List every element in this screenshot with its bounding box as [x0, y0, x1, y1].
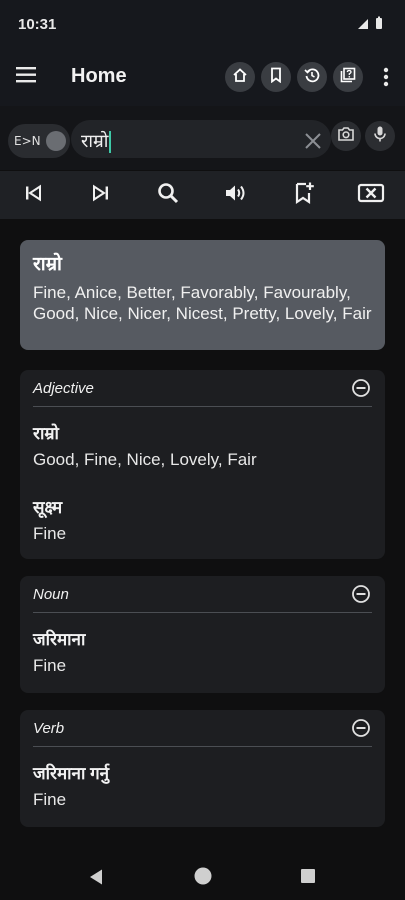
- system-icons: [357, 16, 383, 35]
- signal-icon: [357, 17, 369, 35]
- pos-card-adjective: Adjective राम्रो Good, Fine, Nice, Lovel…: [20, 370, 385, 559]
- toggle-label: E>N: [14, 134, 41, 148]
- entry-word: जरिमाना गर्नु: [33, 764, 110, 783]
- next-button[interactable]: [86, 180, 116, 210]
- entry: जरिमाना गर्नु Fine: [33, 761, 109, 810]
- text-caret: [109, 131, 112, 154]
- home-nav-icon[interactable]: [194, 867, 212, 890]
- entry: जरिमाना Fine: [33, 627, 85, 676]
- skip-forward-icon: [90, 182, 112, 209]
- entry: राम्रो Good, Fine, Nice, Lovely, Fair: [33, 421, 257, 470]
- quiz-icon: [340, 67, 356, 88]
- pos-card-noun: Noun जरिमाना Fine: [20, 576, 385, 693]
- divider: [33, 612, 372, 613]
- camera-button[interactable]: [331, 121, 361, 151]
- search-input[interactable]: राम्रो: [71, 120, 331, 158]
- pos-label: Verb: [33, 720, 65, 737]
- add-bookmark-button[interactable]: [289, 180, 319, 210]
- search-query: राम्रो: [81, 129, 112, 154]
- search-button[interactable]: [153, 180, 183, 210]
- entry-definitions: Fine: [33, 524, 67, 543]
- history-icon: [304, 67, 320, 88]
- back-icon[interactable]: [88, 868, 104, 891]
- status-bar: 10:31: [0, 0, 405, 48]
- toggle-knob: [46, 131, 66, 151]
- battery-icon: [375, 16, 383, 35]
- delete-icon: [357, 182, 385, 209]
- divider: [33, 406, 372, 407]
- pos-card-verb: Verb जरिमाना गर्नु Fine: [20, 710, 385, 827]
- language-toggle[interactable]: E>N: [8, 124, 70, 158]
- home-button[interactable]: [225, 62, 255, 92]
- clear-search-icon[interactable]: [302, 130, 324, 152]
- status-time: 10:31: [18, 16, 57, 33]
- app-bar: Home: [0, 48, 405, 106]
- camera-icon: [337, 126, 355, 147]
- microphone-icon: [373, 125, 387, 148]
- menu-icon[interactable]: [16, 66, 40, 88]
- entry-word: सूक्ष्म: [33, 498, 63, 517]
- delete-button[interactable]: [356, 180, 386, 210]
- entry-word: राम्रो: [33, 424, 59, 443]
- result-definitions: Fine, Anice, Better, Favorably, Favourab…: [33, 283, 372, 323]
- collapse-icon[interactable]: [351, 584, 371, 604]
- collapse-icon[interactable]: [351, 378, 371, 398]
- search-icon: [156, 181, 180, 210]
- previous-button[interactable]: [18, 180, 48, 210]
- page-title: Home: [71, 65, 127, 87]
- bookmark-icon: [269, 67, 283, 88]
- speaker-icon: [223, 182, 249, 209]
- entry-word: जरिमाना: [33, 630, 86, 649]
- entry-definitions: Fine: [33, 656, 67, 675]
- entry: सूक्ष्म Fine: [33, 495, 66, 544]
- pos-label: Noun: [33, 586, 69, 603]
- speak-button[interactable]: [221, 180, 251, 210]
- pos-label: Adjective: [33, 380, 94, 397]
- more-options-icon[interactable]: [383, 66, 389, 88]
- quiz-button[interactable]: [333, 62, 363, 92]
- entry-definitions: Good, Fine, Nice, Lovely, Fair: [33, 450, 257, 469]
- system-nav-bar: [0, 852, 405, 900]
- entry-definitions: Fine: [33, 790, 67, 809]
- recents-icon[interactable]: [301, 869, 315, 888]
- result-word: राम्रो: [33, 254, 62, 275]
- home-icon: [232, 67, 248, 88]
- history-button[interactable]: [297, 62, 327, 92]
- voice-button[interactable]: [365, 121, 395, 151]
- bookmarks-button[interactable]: [261, 62, 291, 92]
- collapse-icon[interactable]: [351, 718, 371, 738]
- action-toolbar: [0, 171, 405, 219]
- bookmark-add-icon: [293, 181, 315, 210]
- divider: [33, 746, 372, 747]
- main-result-card[interactable]: राम्रो Fine, Anice, Better, Favorably, F…: [20, 240, 385, 350]
- skip-back-icon: [22, 182, 44, 209]
